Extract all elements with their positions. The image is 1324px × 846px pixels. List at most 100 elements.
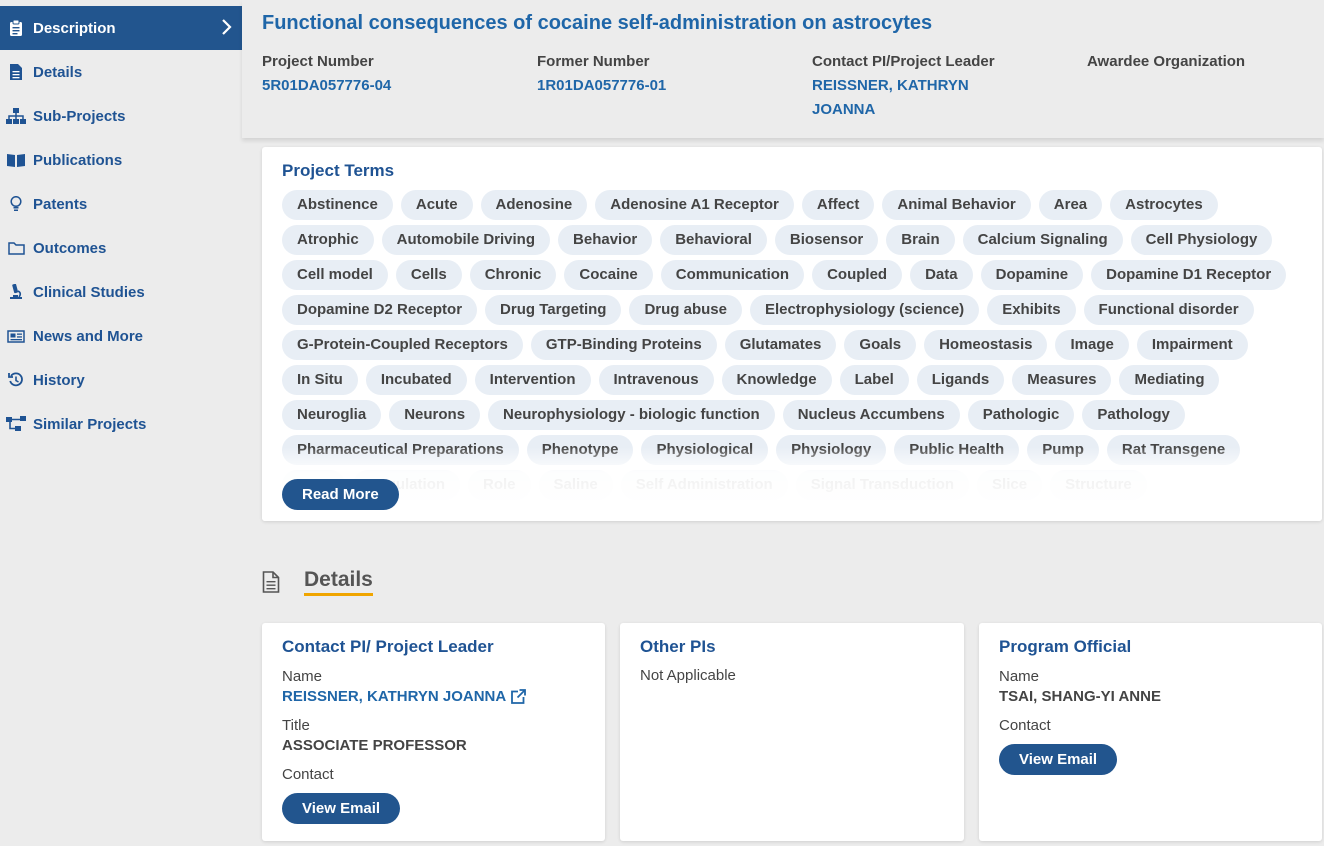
- term-chip[interactable]: Adenosine A1 Receptor: [595, 190, 794, 220]
- contact-pi-line-2: JOANNA: [812, 101, 876, 118]
- sidebar-item-clinical-studies[interactable]: Clinical Studies: [0, 270, 242, 314]
- term-chip[interactable]: Dopamine: [980, 260, 1084, 290]
- term-chip[interactable]: Pathology: [1082, 400, 1185, 430]
- term-chip[interactable]: Behavioral: [660, 225, 767, 255]
- term-chip[interactable]: Dopamine D2 Receptor: [282, 295, 478, 325]
- term-chip[interactable]: Neurons: [389, 400, 481, 430]
- sidebar-item-outcomes[interactable]: Outcomes: [0, 226, 242, 270]
- sidebar-item-publications[interactable]: Publications: [0, 138, 242, 182]
- term-chip[interactable]: Acute: [400, 190, 473, 220]
- term-chip[interactable]: Affect: [801, 190, 875, 220]
- term-chip[interactable]: Label: [839, 365, 909, 395]
- details-title: Details: [304, 568, 373, 596]
- term-chip[interactable]: Measures: [1012, 365, 1112, 395]
- sidebar-item-label: Outcomes: [33, 239, 107, 257]
- term-chip[interactable]: Ligands: [916, 365, 1005, 395]
- sidebar-item-label: History: [33, 371, 85, 389]
- term-chip[interactable]: Drug abuse: [629, 295, 742, 325]
- book-icon: [6, 151, 26, 169]
- sidebar-item-similar-projects[interactable]: Similar Projects: [0, 402, 242, 446]
- term-chip[interactable]: Homeostasis: [924, 330, 1048, 360]
- term-chip[interactable]: Neurophysiology - biologic function: [488, 400, 775, 430]
- sidebar-item-history[interactable]: History: [0, 358, 242, 402]
- project-number-label: Project Number: [262, 53, 374, 70]
- project-title: Functional consequences of cocaine self-…: [262, 12, 933, 34]
- sidebar-item-label: News and More: [33, 327, 144, 345]
- sidebar-item-label: Sub-Projects: [33, 107, 126, 125]
- view-email-button[interactable]: View Email: [999, 744, 1118, 775]
- sidebar-item-patents[interactable]: Patents: [0, 182, 242, 226]
- term-chip[interactable]: Cell model: [282, 260, 388, 290]
- term-chip[interactable]: Exhibits: [987, 295, 1076, 325]
- term-chip[interactable]: Chronic: [469, 260, 557, 290]
- external-link-icon: [510, 689, 527, 705]
- view-email-button[interactable]: View Email: [282, 793, 401, 824]
- awardee-organization-label: Awardee Organization: [1087, 53, 1246, 70]
- project-number-value: 5R01DA057776-04: [262, 77, 392, 94]
- term-chip[interactable]: Functional disorder: [1083, 295, 1254, 325]
- term-chip[interactable]: Nucleus Accumbens: [782, 400, 960, 430]
- term-chip[interactable]: Goals: [844, 330, 917, 360]
- sidebar-item-description[interactable]: Description: [0, 6, 242, 50]
- history-icon: [6, 371, 26, 389]
- term-chip[interactable]: Atrophic: [282, 225, 374, 255]
- term-chip[interactable]: In Situ: [282, 365, 358, 395]
- term-chip[interactable]: Area: [1038, 190, 1103, 220]
- contact-pi-line-1: REISSNER, KATHRYN: [812, 77, 969, 94]
- contact-label: Contact: [282, 766, 334, 783]
- newspaper-icon: [6, 327, 26, 345]
- term-chip[interactable]: Biosensor: [774, 225, 879, 255]
- term-chip[interactable]: Data: [910, 260, 973, 290]
- term-chip[interactable]: Mediating: [1119, 365, 1220, 395]
- sidebar-item-details[interactable]: Details: [0, 50, 242, 94]
- sidebar-item-sub-projects[interactable]: Sub-Projects: [0, 94, 242, 138]
- term-chip[interactable]: Brain: [886, 225, 955, 255]
- sidebar-item-news-and-more[interactable]: News and More: [0, 314, 242, 358]
- microscope-icon: [6, 283, 26, 301]
- term-chip[interactable]: Neuroglia: [282, 400, 382, 430]
- program-official-card-title: Program Official: [999, 637, 1132, 656]
- term-chip[interactable]: GTP-Binding Proteins: [530, 330, 717, 360]
- contact-pi-link[interactable]: REISSNER, KATHRYN JOANNA: [812, 74, 1082, 122]
- term-chip[interactable]: Cocaine: [564, 260, 653, 290]
- term-chip[interactable]: Abstinence: [282, 190, 393, 220]
- term-chip[interactable]: Intervention: [474, 365, 591, 395]
- term-chip[interactable]: Cells: [395, 260, 462, 290]
- sidebar-nav: Description Details Sub-Projects Publica…: [0, 0, 242, 846]
- term-chip[interactable]: Image: [1055, 330, 1129, 360]
- sidebar-item-label: Description: [33, 19, 116, 37]
- term-chip[interactable]: Behavior: [558, 225, 653, 255]
- former-number-label: Former Number: [537, 53, 650, 70]
- read-more-button[interactable]: Read More: [282, 479, 399, 510]
- contact-pi-name-link[interactable]: REISSNER, KATHRYN JOANNA: [282, 687, 585, 707]
- term-chip[interactable]: Intravenous: [598, 365, 714, 395]
- details-section-heading: Details: [262, 568, 373, 596]
- contact-pi-field: Contact PI/Project Leader REISSNER, KATH…: [812, 53, 1082, 122]
- term-chip[interactable]: Calcium Signaling: [962, 225, 1123, 255]
- term-chip[interactable]: Pathologic: [967, 400, 1075, 430]
- former-number-value: 1R01DA057776-01: [537, 77, 667, 94]
- project-terms-card: Project Terms Abstinence Acute Adenosine Ad…: [262, 147, 1322, 521]
- term-chip[interactable]: Communication: [660, 260, 805, 290]
- term-chip[interactable]: Impairment: [1136, 330, 1248, 360]
- network-icon: [6, 415, 26, 433]
- name-label: Name: [999, 668, 1040, 685]
- term-chip[interactable]: Animal Behavior: [882, 190, 1031, 220]
- term-chip[interactable]: Glutamates: [724, 330, 837, 360]
- term-chip[interactable]: Electrophysiology (science): [749, 295, 980, 325]
- term-chip[interactable]: G-Protein-Coupled Receptors: [282, 330, 523, 360]
- sitemap-icon: [6, 107, 26, 125]
- contact-pi-name: REISSNER, KATHRYN JOANNA: [282, 688, 507, 705]
- term-chip[interactable]: Knowledge: [721, 365, 832, 395]
- term-chip[interactable]: Incubated: [365, 365, 467, 395]
- term-chip[interactable]: Adenosine: [480, 190, 588, 220]
- term-chip[interactable]: Drug Targeting: [485, 295, 622, 325]
- term-chip[interactable]: Coupled: [812, 260, 903, 290]
- terms-fade-overlay: [262, 447, 1322, 521]
- chevron-right-icon: [220, 18, 234, 36]
- term-chip[interactable]: Dopamine D1 Receptor: [1091, 260, 1287, 290]
- project-header: Functional consequences of cocaine self-…: [242, 0, 1324, 138]
- term-chip[interactable]: Automobile Driving: [381, 225, 551, 255]
- term-chip[interactable]: Astrocytes: [1110, 190, 1218, 220]
- term-chip[interactable]: Cell Physiology: [1130, 225, 1273, 255]
